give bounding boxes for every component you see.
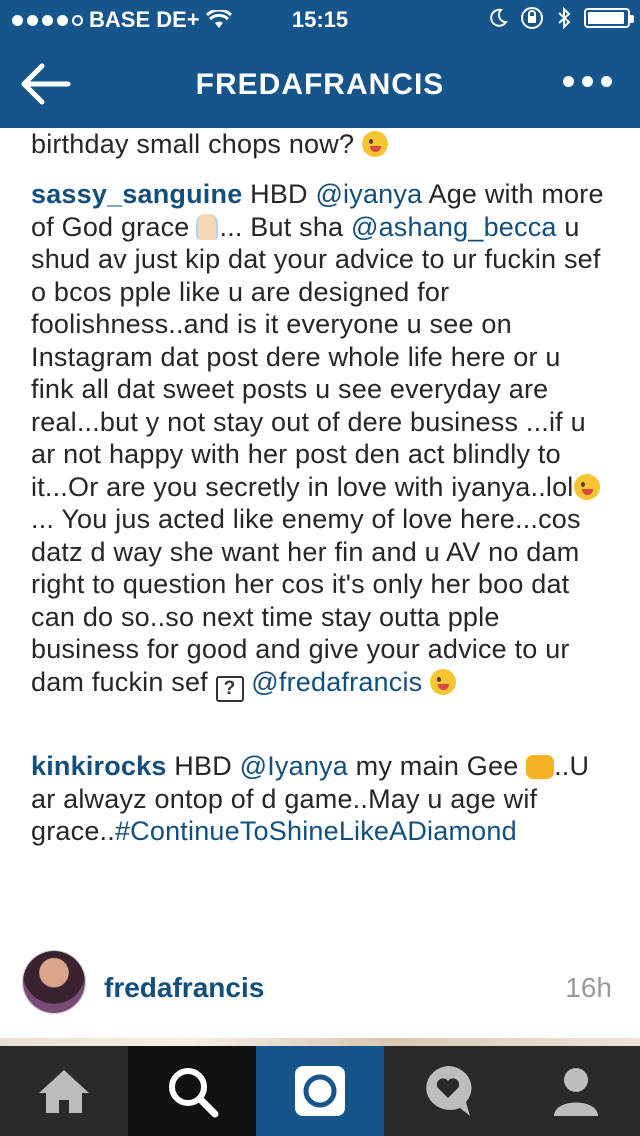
mention-link[interactable]: @iyanya [315,179,422,209]
comment-item: kinkirocks HBD @Iyanya my main Gee ..U a… [31,751,590,846]
tab-bar [0,1046,640,1136]
tab-search[interactable] [128,1046,256,1136]
post-header: fredafrancis 16h [0,950,640,1030]
unknown-glyph-icon: ? [215,675,244,702]
fist-emoji-icon [526,755,555,779]
search-icon [169,1068,219,1118]
comment-item: sassy_sanguine HBD @iyanya Age with more… [31,178,611,702]
mention-link[interactable]: @fredafrancis [251,667,422,697]
camera-icon [295,1066,345,1116]
rotation-lock-icon [521,7,543,29]
post-username[interactable]: fredafrancis [104,972,264,1004]
winking-tongue-emoji-icon [361,131,388,157]
tears-of-joy-emoji-icon [573,473,600,500]
home-icon [39,1070,89,1113]
comment-username[interactable]: sassy_sanguine [31,179,242,209]
tab-profile[interactable] [512,1046,640,1136]
post-timestamp: 16h [565,972,612,1003]
comment-item: birthday small chops now? [31,128,611,161]
status-bar: BASE DE+ 15:15 [0,0,640,40]
more-options-button[interactable] [563,76,612,87]
mention-link[interactable]: @Iyanya [240,751,348,781]
kissing-face-emoji-icon [430,668,457,695]
top-bar: BASE DE+ 15:15 FREDAFRANCIS [0,0,640,128]
mention-link[interactable]: @ashang_becca [351,212,557,242]
comment-username[interactable]: kinkirocks [31,751,167,781]
comments-list: birthday small chops now? sassy_sanguine… [0,128,640,1040]
profile-icon [554,1068,598,1116]
battery-icon [584,8,634,28]
page-title: FREDAFRANCIS [195,68,445,101]
hashtag-link[interactable]: #ContinueToShineLikeADiamond [115,816,517,846]
tab-home[interactable] [0,1046,128,1136]
praying-hands-emoji-icon [190,213,220,240]
tab-camera[interactable] [256,1046,384,1136]
bluetooth-icon [558,6,571,30]
moon-icon [490,8,508,27]
tab-activity[interactable] [384,1046,512,1136]
heart-bubble-icon [426,1066,472,1116]
avatar[interactable] [22,950,86,1014]
nav-bar: FREDAFRANCIS [0,40,640,128]
